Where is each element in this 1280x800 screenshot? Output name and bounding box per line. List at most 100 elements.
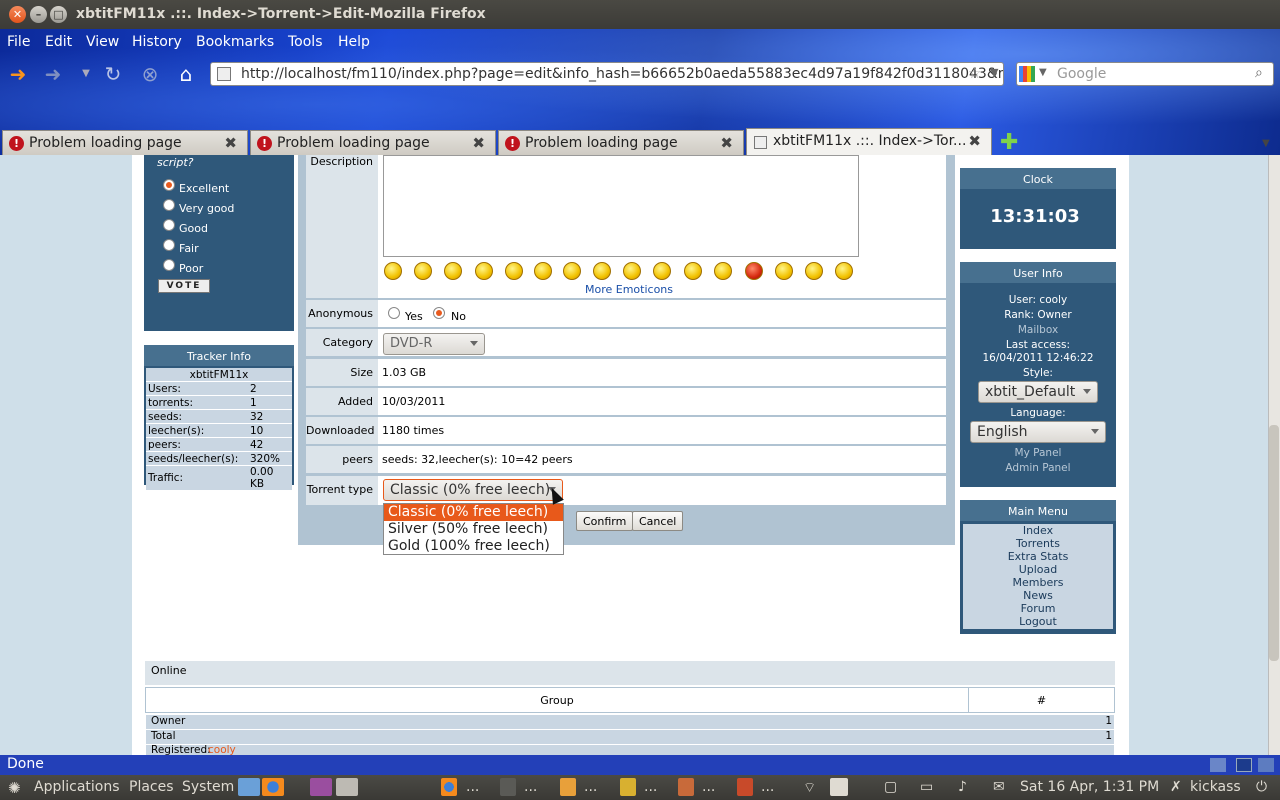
clock[interactable]: Sat 16 Apr, 1:31 PM: [1020, 779, 1159, 795]
task-label[interactable]: ...: [702, 779, 715, 795]
home-icon[interactable]: ⌂: [173, 61, 199, 87]
menu-help[interactable]: Help: [338, 34, 370, 50]
menu-item-upload[interactable]: Upload: [963, 563, 1113, 576]
history-dropdown-icon[interactable]: ▼: [73, 61, 99, 87]
tongue-emoticon-icon[interactable]: [475, 262, 493, 280]
sunglasses-emoticon-icon[interactable]: [835, 262, 853, 280]
poll-radio-fair[interactable]: [163, 239, 175, 254]
reload-icon[interactable]: ↻: [100, 61, 126, 87]
confused-emoticon-icon[interactable]: [505, 262, 523, 280]
menu-item-news[interactable]: News: [963, 589, 1113, 602]
shy-emoticon-icon[interactable]: [593, 262, 611, 280]
tab-close-icon[interactable]: ✖: [968, 132, 981, 150]
folder-task-icon[interactable]: [560, 778, 576, 796]
user-name[interactable]: kickass: [1190, 779, 1241, 795]
google-engine-icon[interactable]: [1019, 66, 1035, 82]
terminal-task-icon[interactable]: [500, 778, 516, 796]
resize-grip-icon[interactable]: [1258, 758, 1274, 772]
window-icon[interactable]: ▢: [884, 779, 897, 795]
task-label[interactable]: ...: [644, 779, 657, 795]
option-silver[interactable]: Silver (50% free leech): [384, 521, 563, 538]
surprised-emoticon-icon[interactable]: [623, 262, 641, 280]
registered-user-link[interactable]: cooly: [208, 745, 236, 755]
network-icon[interactable]: ⌔: [803, 779, 816, 797]
back-icon[interactable]: ➜: [5, 61, 31, 87]
menu-history[interactable]: History: [132, 34, 182, 50]
firefox-launcher-icon[interactable]: [262, 778, 284, 796]
tab-close-icon[interactable]: ✖: [472, 134, 485, 152]
tab-list-icon[interactable]: ▼: [1262, 138, 1270, 149]
poll-radio-very-good[interactable]: [163, 199, 175, 214]
cancel-button[interactable]: Cancel: [632, 511, 684, 531]
tab-close-icon[interactable]: ✖: [224, 134, 237, 152]
angry-emoticon-icon[interactable]: [745, 262, 763, 280]
sad-emoticon-icon[interactable]: [534, 262, 552, 280]
poll-radio-excellent[interactable]: [163, 179, 175, 194]
menu-item-members[interactable]: Members: [963, 576, 1113, 589]
menu-file[interactable]: File: [7, 34, 30, 50]
dizzy-emoticon-icon[interactable]: [714, 262, 732, 280]
language-select[interactable]: English: [970, 421, 1106, 443]
menu-tools[interactable]: Tools: [288, 34, 323, 50]
url-bar[interactable]: http://localhost/fm110/index.php?page=ed…: [210, 62, 1004, 86]
places-menu[interactable]: Places: [129, 779, 174, 795]
neutral-emoticon-icon[interactable]: [563, 262, 581, 280]
power-icon[interactable]: ⏻: [1256, 779, 1267, 795]
tab-2[interactable]: ! Problem loading page ✖: [250, 130, 496, 155]
cool-emoticon-icon[interactable]: [653, 262, 671, 280]
laugh-emoticon-icon[interactable]: [805, 262, 823, 280]
option-classic[interactable]: Classic (0% free leech): [384, 504, 563, 521]
anonymous-yes-radio[interactable]: [388, 307, 400, 322]
menu-view[interactable]: View: [86, 34, 119, 50]
vote-button[interactable]: VOTE: [158, 279, 210, 293]
smile-emoticon-icon[interactable]: [384, 262, 402, 280]
window-maximize-button[interactable]: □: [50, 6, 67, 23]
bookmark-star-icon[interactable]: ☆: [968, 64, 981, 82]
app-task-icon[interactable]: [620, 778, 636, 796]
menu-item-extra-stats[interactable]: Extra Stats: [963, 550, 1113, 563]
search-icon[interactable]: ⌕: [1255, 65, 1263, 81]
tab-1[interactable]: ! Problem loading page ✖: [2, 130, 248, 155]
window-close-button[interactable]: ✕: [9, 6, 26, 23]
description-textarea[interactable]: [383, 155, 859, 257]
volume-icon[interactable]: ♪: [958, 779, 967, 795]
battery-icon[interactable]: ▭: [920, 779, 933, 795]
mail-icon[interactable]: ✉: [993, 779, 1005, 795]
anonymous-no-radio[interactable]: [433, 307, 445, 322]
app-task-icon[interactable]: [737, 778, 753, 796]
menu-item-index[interactable]: Index: [963, 524, 1113, 537]
angel-emoticon-icon[interactable]: [684, 262, 702, 280]
window-minimize-button[interactable]: –: [30, 6, 47, 23]
poll-radio-good[interactable]: [163, 219, 175, 234]
firefox-task-icon[interactable]: [441, 778, 457, 796]
ubuntu-logo-icon[interactable]: ✺: [8, 779, 21, 797]
addon-icon[interactable]: [1236, 758, 1252, 772]
option-gold[interactable]: Gold (100% free leech): [384, 538, 563, 555]
app-task-icon[interactable]: [678, 778, 694, 796]
applications-menu[interactable]: Applications: [34, 779, 120, 795]
poll-radio-poor[interactable]: [163, 259, 175, 274]
menu-item-logout[interactable]: Logout: [963, 615, 1113, 628]
addon-icon[interactable]: [1210, 758, 1226, 772]
task-label[interactable]: ...: [466, 779, 479, 795]
url-dropdown-icon[interactable]: ▼: [990, 66, 998, 79]
tab-3[interactable]: ! Problem loading page ✖: [498, 130, 744, 155]
task-label[interactable]: ...: [761, 779, 774, 795]
menu-edit[interactable]: Edit: [45, 34, 72, 50]
task-label[interactable]: ...: [524, 779, 537, 795]
more-emoticons-link[interactable]: More Emoticons: [585, 283, 673, 296]
stop-icon[interactable]: ⊗: [137, 61, 163, 87]
trash-icon[interactable]: [336, 778, 358, 796]
search-engine-dropdown-icon[interactable]: ▼: [1039, 67, 1047, 78]
my-panel-link[interactable]: My Panel: [960, 447, 1116, 459]
launcher-icon[interactable]: [310, 778, 332, 796]
torrent-type-select[interactable]: Classic (0% free leech): [383, 479, 563, 501]
admin-panel-link[interactable]: Admin Panel: [960, 462, 1116, 474]
search-input[interactable]: Google: [1016, 62, 1274, 86]
mailbox-link[interactable]: Mailbox: [960, 324, 1116, 336]
system-menu[interactable]: System: [182, 779, 234, 795]
tab-active[interactable]: xbtitFM11x .::. Index->Tor... ✖: [746, 128, 992, 155]
task-label[interactable]: ...: [584, 779, 597, 795]
grin-emoticon-icon[interactable]: [444, 262, 462, 280]
menu-item-forum[interactable]: Forum: [963, 602, 1113, 615]
